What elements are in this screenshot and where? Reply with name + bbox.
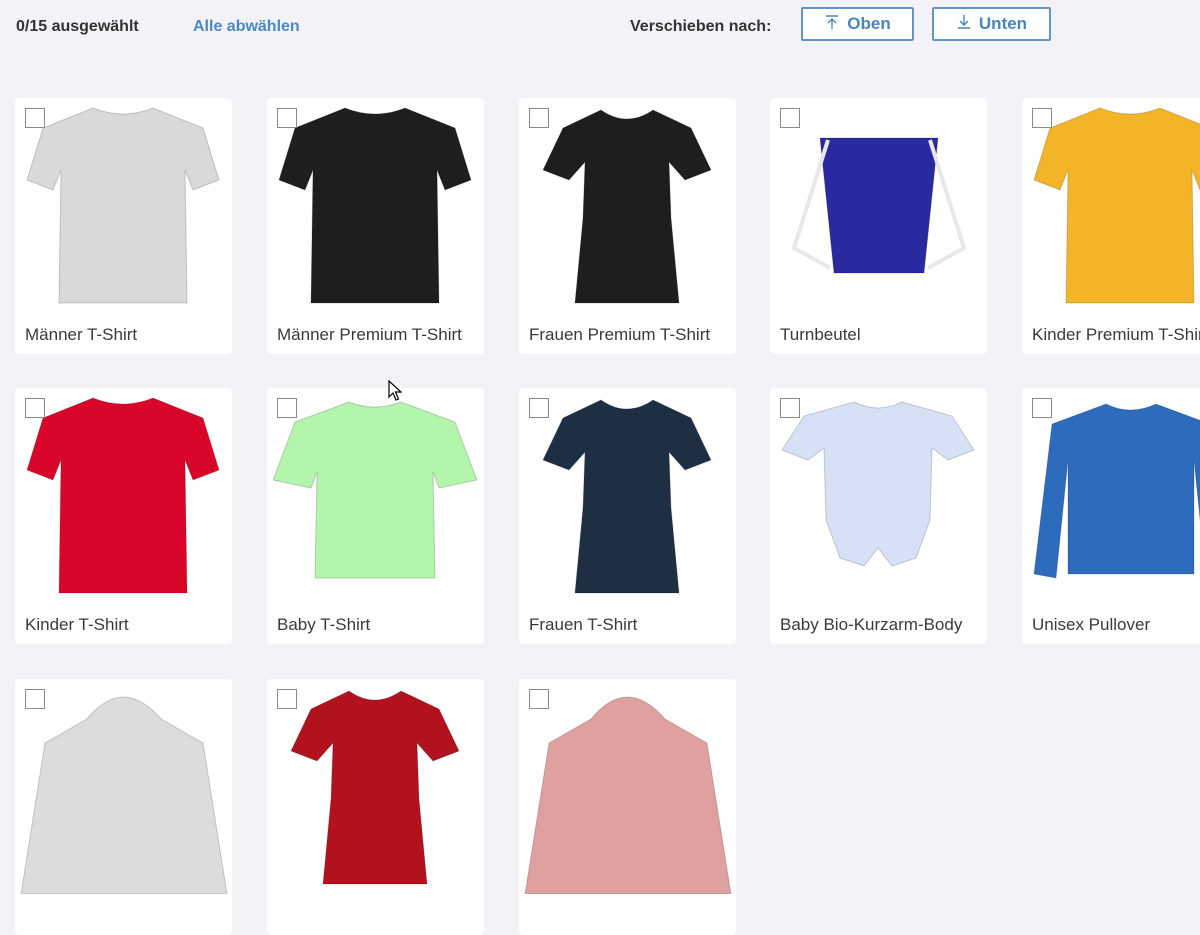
product-image	[1022, 388, 1200, 603]
product-card[interactable]	[519, 679, 736, 935]
product-image	[267, 388, 484, 603]
product-label: Baby Bio-Kurzarm-Body	[780, 615, 963, 634]
selection-toolbar: 0/15 ausgewählt Alle abwählen Verschiebe…	[0, 0, 1200, 56]
product-image	[519, 98, 736, 313]
product-image	[267, 98, 484, 313]
product-checkbox[interactable]	[1032, 398, 1052, 418]
deselect-all-link[interactable]: Alle abwählen	[193, 18, 300, 36]
mouse-cursor-icon	[388, 379, 403, 402]
product-label: Frauen Premium T-Shirt	[529, 325, 711, 344]
product-checkbox[interactable]	[780, 398, 800, 418]
product-card[interactable]: Kinder T-Shirt	[15, 388, 232, 644]
product-image	[267, 679, 484, 894]
move-bottom-button[interactable]: Unten	[932, 7, 1051, 41]
product-card[interactable]: Frauen T-Shirt	[519, 388, 736, 644]
product-image	[15, 679, 232, 894]
move-to-label: Verschieben nach:	[630, 18, 772, 35]
product-image	[519, 679, 736, 894]
selection-count: 0/15 ausgewählt	[16, 18, 139, 35]
product-card[interactable]: Turnbeutel	[770, 98, 987, 354]
product-image	[1022, 98, 1200, 313]
product-card[interactable]: Baby Bio-Kurzarm-Body	[770, 388, 987, 644]
product-card[interactable]: Unisex Pullover	[1022, 388, 1200, 644]
move-bottom-label: Unten	[978, 14, 1028, 33]
product-label: Baby T-Shirt	[277, 615, 371, 634]
product-checkbox[interactable]	[277, 108, 297, 128]
product-card[interactable]: Männer Premium T-Shirt	[267, 98, 484, 354]
product-image	[519, 388, 736, 603]
move-top-button[interactable]: Oben	[801, 7, 914, 41]
product-label: Männer Premium T-Shirt	[277, 325, 462, 344]
product-checkbox[interactable]	[25, 689, 45, 709]
product-card[interactable]	[267, 679, 484, 935]
product-checkbox[interactable]	[529, 689, 549, 709]
product-checkbox[interactable]	[529, 398, 549, 418]
product-label: Turnbeutel	[780, 325, 861, 344]
product-card[interactable]: Kinder Premium T-Shirt	[1022, 98, 1200, 354]
product-image	[15, 388, 232, 603]
product-checkbox[interactable]	[277, 689, 297, 709]
product-checkbox[interactable]	[25, 398, 45, 418]
product-image	[15, 98, 232, 313]
product-card[interactable]: Baby T-Shirt	[267, 388, 484, 644]
move-top-label: Oben	[847, 14, 891, 33]
product-image	[770, 98, 987, 313]
product-card[interactable]: Frauen Premium T-Shirt	[519, 98, 736, 354]
arrow-down-to-line-icon	[956, 14, 972, 35]
product-checkbox[interactable]	[780, 108, 800, 128]
product-card[interactable]	[15, 679, 232, 935]
product-checkbox[interactable]	[1032, 108, 1052, 128]
product-checkbox[interactable]	[529, 108, 549, 128]
product-checkbox[interactable]	[25, 108, 45, 128]
arrow-up-to-line-icon	[824, 14, 840, 35]
product-label: Kinder Premium T-Shirt	[1032, 325, 1200, 344]
product-image	[770, 388, 987, 603]
product-checkbox[interactable]	[277, 398, 297, 418]
product-label: Kinder T-Shirt	[25, 615, 129, 634]
product-label: Unisex Pullover	[1032, 615, 1151, 634]
product-label: Frauen T-Shirt	[529, 615, 638, 634]
product-label: Männer T-Shirt	[25, 325, 138, 344]
product-card[interactable]: Männer T-Shirt	[15, 98, 232, 354]
